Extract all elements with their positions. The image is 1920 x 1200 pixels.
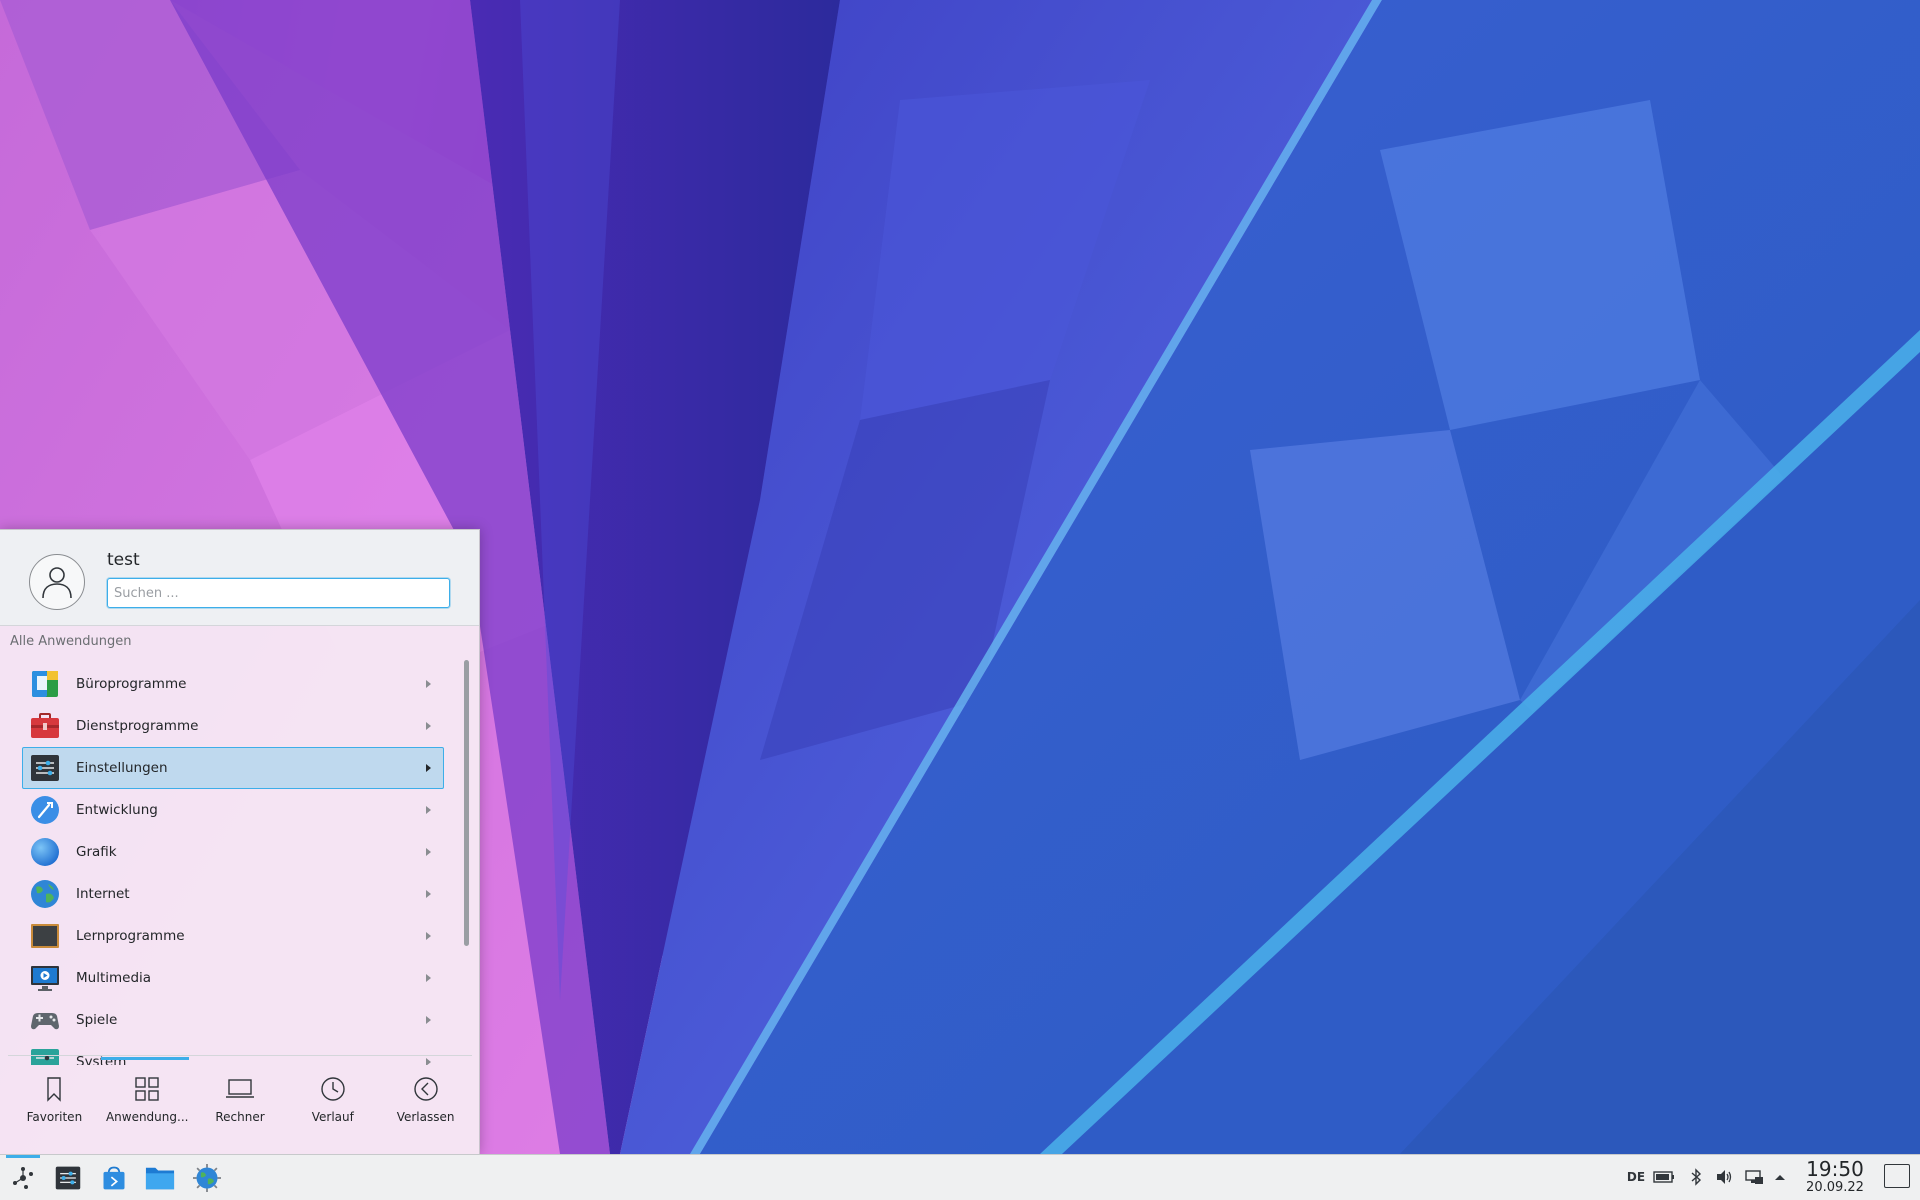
active-tab-indicator: [101, 1057, 189, 1060]
divider: [8, 1055, 472, 1056]
launcher-header: test: [0, 530, 479, 626]
search-input[interactable]: [107, 578, 450, 608]
folder-icon: [145, 1167, 175, 1190]
chevron-right-icon: [426, 764, 431, 772]
settings-icon: [31, 755, 59, 781]
tray-volume[interactable]: [1712, 1164, 1736, 1190]
bookmark-icon: [47, 1077, 62, 1102]
settings-icon: [55, 1166, 81, 1190]
chevron-right-icon: [426, 932, 431, 940]
username-label: test: [107, 550, 140, 570]
launcher-footer-tabs: Favoriten Anwendung... Rechner Verlauf V…: [0, 1065, 480, 1151]
tab-history[interactable]: Verlauf: [286, 1065, 379, 1151]
category-games[interactable]: Spiele: [22, 999, 444, 1041]
tab-favorites[interactable]: Favoriten: [8, 1065, 101, 1151]
category-label: Spiele: [76, 1012, 118, 1028]
graphics-icon: [31, 838, 59, 866]
category-label: Multimedia: [76, 970, 152, 986]
show-desktop-button[interactable]: [1884, 1164, 1910, 1188]
chevron-right-icon: [426, 890, 431, 898]
category-label: Einstellungen: [76, 760, 168, 776]
category-label: Entwicklung: [76, 802, 158, 818]
category-utilities[interactable]: Dienstprogramme: [22, 705, 444, 747]
user-icon: [42, 567, 72, 599]
avatar[interactable]: [29, 554, 85, 610]
section-title: Alle Anwendungen: [10, 634, 132, 649]
category-development[interactable]: Entwicklung: [22, 789, 444, 831]
tray-bluetooth[interactable]: [1684, 1164, 1708, 1190]
taskbar-discover[interactable]: [97, 1161, 131, 1195]
keyboard-layout-label: DE: [1626, 1170, 1646, 1184]
app-list-scrollbar[interactable]: [464, 660, 469, 946]
chevron-right-icon: [426, 806, 431, 814]
back-circle-icon: [413, 1077, 438, 1101]
category-label: Internet: [76, 886, 130, 902]
category-office[interactable]: Büroprogramme: [22, 663, 444, 705]
application-launcher-popup: test Alle Anwendungen Büroprogramme Dien…: [0, 529, 480, 1154]
volume-icon: [1717, 1170, 1732, 1184]
chevron-right-icon: [426, 1058, 431, 1065]
category-graphics[interactable]: Grafik: [22, 831, 444, 873]
taskbar-file-manager[interactable]: [143, 1161, 177, 1195]
kde-launcher-icon: [13, 1167, 33, 1189]
store-bag-icon: [103, 1166, 125, 1190]
tab-label: Verlassen: [396, 1110, 455, 1124]
app-category-list: Büroprogramme Dienstprogramme Einstellun…: [22, 663, 444, 1065]
tab-leave[interactable]: Verlassen: [379, 1065, 472, 1151]
tab-label: Anwendung...: [105, 1110, 189, 1124]
tray-expand[interactable]: [1770, 1164, 1790, 1190]
tab-computer[interactable]: Rechner: [194, 1065, 287, 1151]
education-icon: [31, 924, 59, 948]
tray-battery[interactable]: [1652, 1164, 1676, 1190]
category-settings[interactable]: Einstellungen: [22, 747, 444, 789]
globe-icon: [193, 1164, 221, 1192]
category-multimedia[interactable]: Multimedia: [22, 957, 444, 999]
category-label: Lernprogramme: [76, 928, 185, 944]
chevron-right-icon: [426, 848, 431, 856]
office-icon: [32, 671, 58, 697]
games-icon: [31, 1013, 59, 1030]
utilities-icon: [31, 713, 59, 738]
expand-arrow-icon: [1775, 1175, 1785, 1180]
tab-label: Favoriten: [26, 1110, 83, 1124]
grid-icon: [135, 1077, 159, 1101]
taskbar-system-settings[interactable]: [51, 1161, 85, 1195]
tray-network[interactable]: [1742, 1164, 1766, 1190]
chevron-right-icon: [426, 680, 431, 688]
bluetooth-icon: [1691, 1168, 1702, 1186]
category-label: Büroprogramme: [76, 676, 187, 692]
chevron-right-icon: [426, 1016, 431, 1024]
battery-icon: [1653, 1171, 1674, 1183]
development-icon: [31, 796, 59, 824]
taskbar-launcher[interactable]: [6, 1161, 40, 1195]
laptop-icon: [225, 1079, 254, 1098]
tab-label: Rechner: [215, 1110, 265, 1124]
tab-applications[interactable]: Anwendung...: [101, 1065, 194, 1151]
category-label: Grafik: [76, 844, 117, 860]
clock-time[interactable]: 19:50: [1800, 1157, 1870, 1181]
clock-date[interactable]: 20.09.22: [1794, 1180, 1876, 1195]
chevron-right-icon: [426, 722, 431, 730]
keyboard-layout[interactable]: DE: [1624, 1164, 1648, 1190]
launcher-active-indicator: [6, 1155, 40, 1158]
category-system[interactable]: System: [22, 1041, 444, 1065]
clock-icon: [321, 1077, 345, 1101]
category-internet[interactable]: Internet: [22, 873, 444, 915]
taskbar-browser[interactable]: [190, 1161, 224, 1195]
multimedia-icon: [31, 966, 59, 991]
tab-label: Verlauf: [311, 1110, 354, 1124]
network-icon: [1745, 1170, 1763, 1184]
internet-icon: [31, 880, 59, 908]
chevron-right-icon: [426, 974, 431, 982]
category-label: Dienstprogramme: [76, 718, 199, 734]
category-education[interactable]: Lernprogramme: [22, 915, 444, 957]
